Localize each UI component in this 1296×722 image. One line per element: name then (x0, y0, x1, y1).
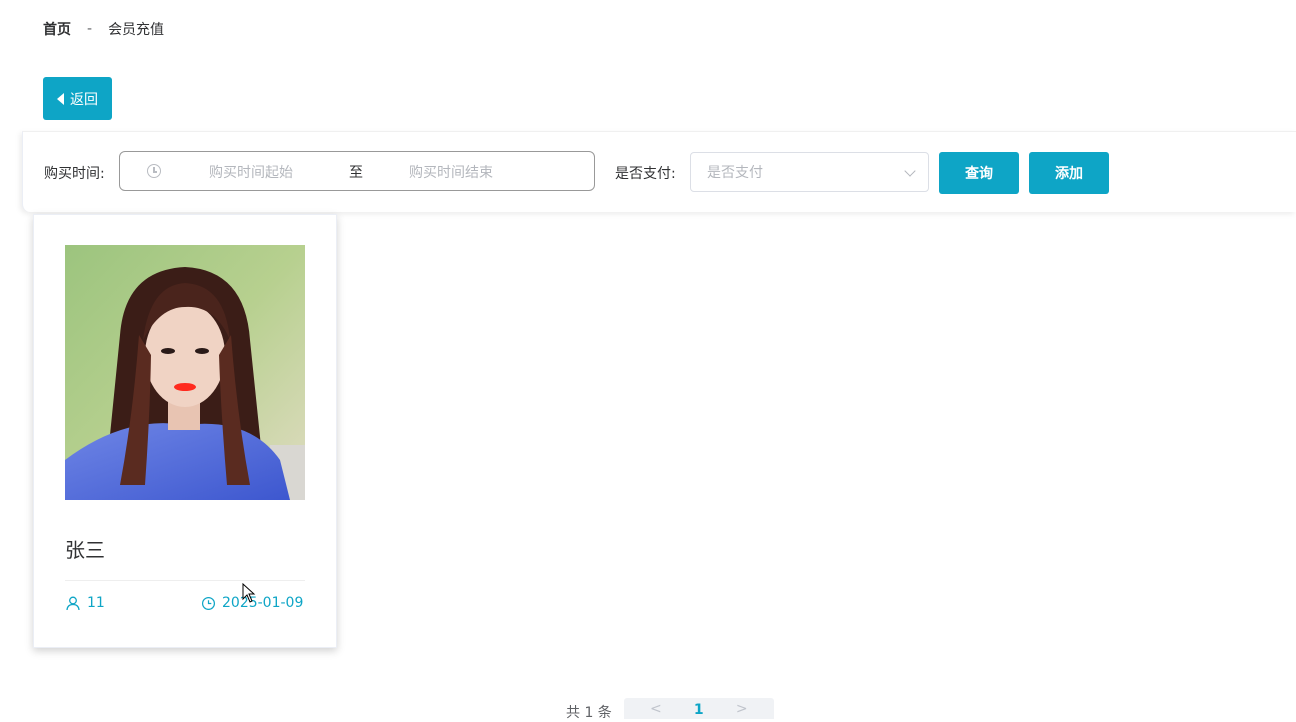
search-panel: 购买时间: 购买时间起始 至 购买时间结束 是否支付: 是否支付 查询 添加 (22, 131, 1296, 212)
paid-select[interactable]: 是否支付 (690, 152, 929, 192)
breadcrumb-current: 会员充值 (108, 22, 165, 38)
date-value: 2025-01-09 (222, 595, 304, 611)
add-button[interactable]: 添加 (1029, 152, 1109, 194)
query-button[interactable]: 查询 (939, 152, 1019, 194)
page-number-current[interactable]: 1 (694, 702, 704, 719)
breadcrumb: 首页 - 会员充值 (43, 19, 164, 39)
caret-left-icon (57, 92, 64, 105)
start-date-input[interactable]: 购买时间起始 (209, 162, 293, 182)
back-button-label: 返回 (70, 91, 98, 108)
purchase-time-range-picker[interactable]: 购买时间起始 至 购买时间结束 (119, 151, 595, 191)
chevron-down-icon (904, 165, 916, 177)
pagination: 共 1 条 < 1 > (566, 698, 774, 721)
pagination-controls: < 1 > (623, 698, 774, 719)
prev-page-button[interactable]: < (650, 700, 662, 719)
back-button[interactable]: 返回 (43, 77, 112, 120)
clock-icon (147, 164, 161, 178)
end-date-input[interactable]: 购买时间结束 (409, 162, 493, 182)
member-photo (65, 245, 305, 500)
breadcrumb-home-link[interactable]: 首页 (43, 19, 71, 39)
paid-select-placeholder: 是否支付 (707, 165, 763, 181)
user-count-value: 11 (87, 595, 105, 611)
user-icon (65, 595, 81, 611)
pagination-total: 共 1 条 (566, 705, 612, 721)
member-user-count: 11 (65, 595, 105, 611)
member-photo-image (65, 245, 305, 500)
range-separator: 至 (349, 165, 363, 181)
breadcrumb-separator: - (87, 21, 93, 37)
purchase-time-label: 购买时间: (44, 166, 105, 182)
member-card[interactable]: 张三 11 2025-01-09 (33, 214, 337, 648)
mouse-cursor-icon (242, 582, 256, 607)
clock-icon (201, 596, 216, 611)
next-page-button[interactable]: > (736, 700, 748, 719)
paid-label: 是否支付: (615, 166, 676, 182)
member-name: 张三 (65, 538, 105, 562)
card-divider (65, 580, 305, 581)
